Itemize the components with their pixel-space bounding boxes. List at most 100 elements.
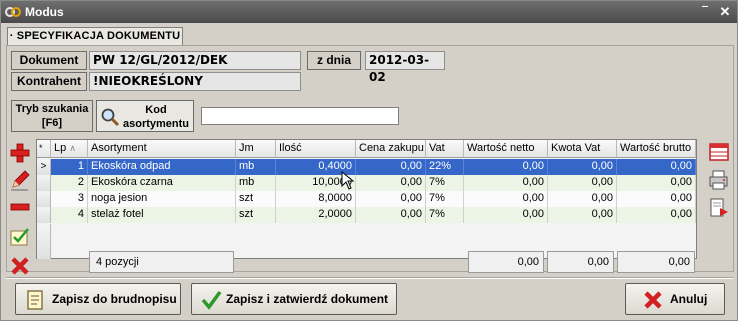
title-bar: Modus ‾ ✕	[1, 1, 737, 23]
kontrahent-label: Kontrahent	[11, 72, 87, 91]
cell-ilosc: 8,0000	[276, 191, 356, 207]
kod-label-line2: asortymentu	[122, 118, 190, 130]
cell-lp: 4	[51, 207, 88, 223]
cell-netto: 0,00	[464, 191, 548, 207]
cell-jm: szt	[236, 207, 276, 223]
save-confirm-label: Zapisz i zatwierdź dokument	[226, 292, 389, 306]
search-mode-label: Tryb szukania [F6]	[11, 100, 93, 132]
total-netto: 0,00	[468, 251, 544, 273]
cell-jm: mb	[236, 175, 276, 191]
cell-asortyment: Ekoskóra czarna	[88, 175, 236, 191]
column-header-brutto[interactable]: Wartość brutto	[617, 140, 696, 158]
table-row[interactable]: 4 stelaż fotel szt 2,0000 0,00 7% 0,00 0…	[37, 207, 696, 223]
cell-vat: 22%	[426, 159, 464, 175]
search-mode-line2: [F6]	[41, 117, 63, 129]
window-title: Modus	[25, 5, 64, 19]
print-icon[interactable]	[708, 169, 730, 191]
search-by-code-button[interactable]: Kod asortymentu	[96, 100, 194, 132]
cell-asortyment: Ekoskóra odpad	[88, 159, 236, 175]
zdnia-label: z dnia	[307, 51, 361, 70]
cell-ilosc: 2,0000	[276, 207, 356, 223]
remove-icon[interactable]	[8, 195, 32, 219]
table-row[interactable]: > 1 Ekoskóra odpad mb 0,4000 0,00 22% 0,…	[37, 159, 696, 175]
table-row[interactable]: 3 noga jesion szt 8,0000 0,00 7% 0,00 0,…	[37, 191, 696, 207]
date-field: 2012-03-02	[365, 51, 445, 84]
left-toolbar	[8, 141, 32, 276]
cell-vat: 7%	[426, 191, 464, 207]
cell-cena: 0,00	[356, 191, 426, 207]
indicator-column	[37, 224, 51, 259]
notes-icon[interactable]	[8, 225, 32, 249]
cell-lp: 2	[51, 175, 88, 191]
table-row[interactable]: 2 Ekoskóra czarna mb 10,0000 0,00 7% 0,0…	[37, 175, 696, 191]
magnifier-icon	[101, 108, 120, 127]
save-draft-button[interactable]: Zapisz do brudnopisu	[15, 283, 181, 315]
cell-brutto: 0,00	[617, 191, 696, 207]
cell-kwota-vat: 0,00	[548, 191, 617, 207]
save-confirm-button[interactable]: Zapisz i zatwierdź dokument	[191, 283, 397, 315]
column-header-asortyment[interactable]: Asortyment	[88, 140, 236, 158]
row-selector	[37, 207, 51, 223]
column-header-vat[interactable]: Vat	[426, 140, 464, 158]
column-header-netto[interactable]: Wartość netto	[464, 140, 548, 158]
cell-brutto: 0,00	[617, 159, 696, 175]
cancel-label: Anuluj	[670, 292, 708, 306]
cell-netto: 0,00	[464, 175, 548, 191]
search-input[interactable]	[201, 107, 399, 125]
row-indicator-header: *	[37, 140, 51, 158]
dokument-field: PW 12/GL/2012/DEK	[89, 51, 301, 70]
notebook-icon	[27, 290, 43, 310]
items-grid: * Lp ∧ Asortyment Jm Ilość Cena zakupu V…	[36, 139, 697, 259]
cell-cena: 0,00	[356, 175, 426, 191]
row-selector	[37, 191, 51, 207]
tab-specyfikacja[interactable]: · SPECYFIKACJA DOKUMENTU ·	[7, 27, 183, 59]
cell-kwota-vat: 0,00	[548, 159, 617, 175]
cell-lp: 3	[51, 191, 88, 207]
cancel-x-icon	[644, 291, 662, 309]
cell-asortyment: stelaż fotel	[88, 207, 236, 223]
column-header-ilosc[interactable]: Ilość	[276, 140, 356, 158]
checkmark-icon	[201, 290, 222, 310]
delete-icon[interactable]	[8, 254, 32, 278]
cell-asortyment: noga jesion	[88, 191, 236, 207]
dokument-label: Dokument	[11, 51, 87, 70]
kontrahent-field: !NIEOKREŚLONY	[89, 72, 301, 91]
cell-jm: szt	[236, 191, 276, 207]
divider	[6, 277, 734, 279]
save-draft-label: Zapisz do brudnopisu	[52, 292, 177, 306]
column-header-cena[interactable]: Cena zakupu	[356, 140, 426, 158]
search-mode-line1: Tryb szukania	[15, 103, 89, 115]
row-selector	[37, 175, 51, 191]
add-icon[interactable]	[8, 141, 32, 165]
mouse-cursor-icon	[341, 171, 355, 190]
cell-netto: 0,00	[464, 159, 548, 175]
app-logo-icon	[5, 7, 21, 17]
cell-kwota-vat: 0,00	[548, 175, 617, 191]
cell-jm: mb	[236, 159, 276, 175]
export-icon[interactable]	[708, 197, 730, 219]
row-count: 4 pozycji	[89, 251, 234, 273]
cell-lp: 1	[51, 159, 88, 175]
column-header-kwota-vat[interactable]: Kwota Vat	[548, 140, 617, 158]
row-selector-icon: >	[37, 159, 51, 175]
sort-asc-icon: ∧	[69, 143, 76, 153]
cell-brutto: 0,00	[617, 207, 696, 223]
cell-vat: 7%	[426, 175, 464, 191]
minimize-icon[interactable]: ‾	[697, 4, 713, 20]
right-toolbar	[705, 141, 733, 221]
edit-icon[interactable]	[8, 168, 32, 192]
total-kwota-vat: 0,00	[547, 251, 614, 273]
cell-cena: 0,00	[356, 207, 426, 223]
table-icon[interactable]	[708, 141, 730, 163]
kod-label-line1: Kod	[145, 104, 167, 116]
column-header-lp[interactable]: Lp ∧	[51, 140, 88, 158]
close-icon[interactable]: ✕	[717, 4, 733, 20]
column-header-jm[interactable]: Jm	[236, 140, 276, 158]
cell-netto: 0,00	[464, 207, 548, 223]
cancel-button[interactable]: Anuluj	[625, 283, 725, 315]
app-window: Modus ‾ ✕ · SPECYFIKACJA DOKUMENTU · Dok…	[0, 0, 738, 321]
cell-cena: 0,00	[356, 159, 426, 175]
cell-vat: 7%	[426, 207, 464, 223]
total-brutto: 0,00	[617, 251, 695, 273]
cell-brutto: 0,00	[617, 175, 696, 191]
